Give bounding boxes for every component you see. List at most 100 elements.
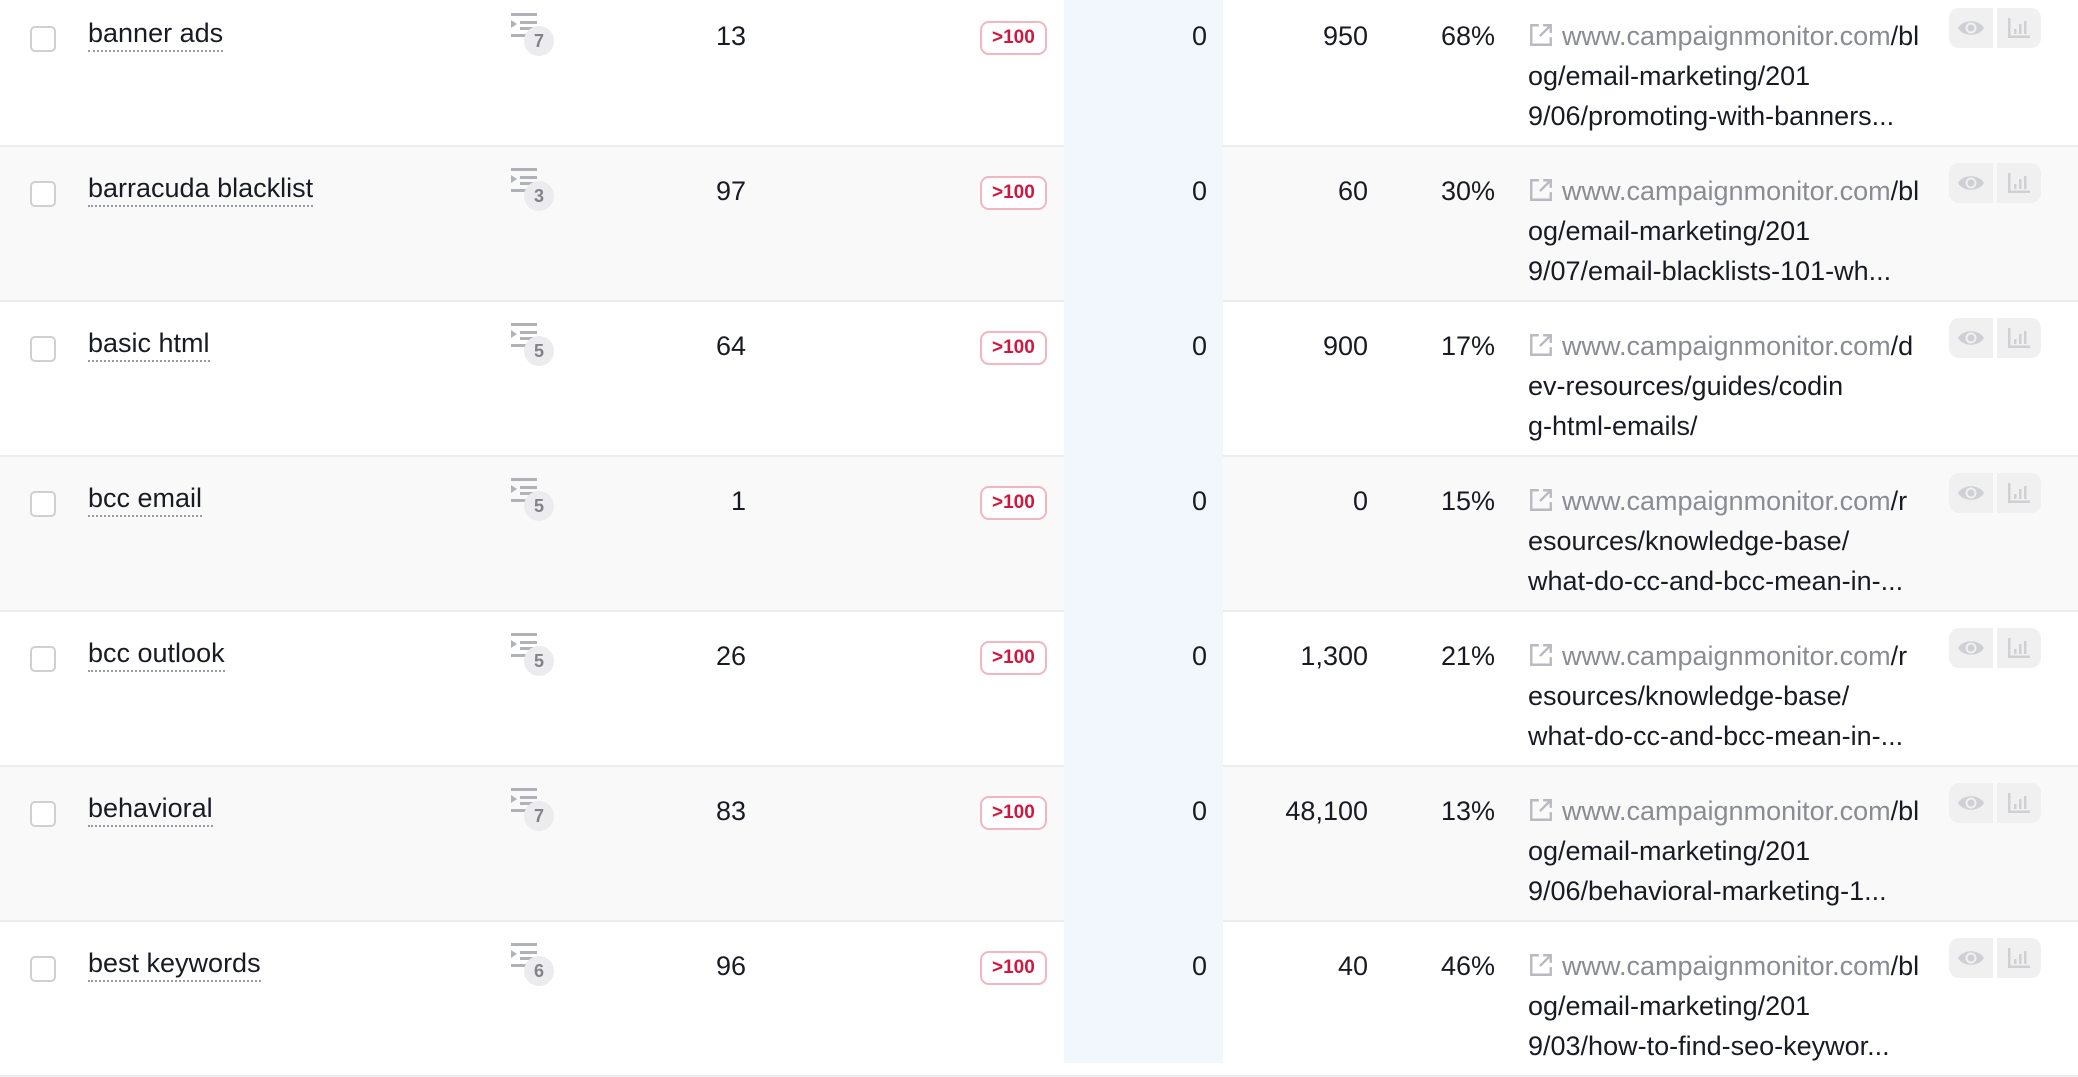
- external-link-icon[interactable]: [1528, 332, 1554, 358]
- bar-chart-icon: [2008, 483, 2030, 503]
- keyword-link[interactable]: basic html: [88, 326, 210, 362]
- row-checkbox[interactable]: [30, 336, 56, 362]
- view-serp-button[interactable]: [1949, 783, 1993, 823]
- view-serp-button[interactable]: [1949, 628, 1993, 668]
- volume-value: 26: [715, 641, 746, 671]
- view-chart-button[interactable]: [1997, 783, 2041, 823]
- volume-value: 96: [715, 951, 746, 981]
- url-link[interactable]: www.campaignmonitor.com/blog/email-marke…: [1528, 796, 1920, 911]
- row-actions: [1949, 473, 2041, 513]
- serp-features[interactable]: 5: [511, 322, 557, 368]
- serp-features[interactable]: 6: [511, 942, 557, 988]
- serp-features-count: 5: [524, 646, 554, 676]
- metric-value: 60: [1337, 176, 1368, 206]
- url-link[interactable]: www.campaignmonitor.com/resources/knowle…: [1528, 486, 1920, 601]
- highlighted-value: 0: [1191, 796, 1207, 826]
- serp-features-count: 3: [524, 181, 554, 211]
- metric-value: 1,300: [1300, 641, 1368, 671]
- external-link-icon[interactable]: [1528, 22, 1554, 48]
- row-actions: [1949, 8, 2041, 48]
- row-checkbox[interactable]: [30, 956, 56, 982]
- table-row: bcc email 5 1 >100 0 0 15% www.campaignm…: [0, 457, 2078, 612]
- view-chart-button[interactable]: [1997, 473, 2041, 513]
- table-row: barracuda blacklist 3 97 >100 0 60 30% w…: [0, 147, 2078, 302]
- external-link-icon[interactable]: [1528, 797, 1554, 823]
- view-chart-button[interactable]: [1997, 8, 2041, 48]
- row-actions: [1949, 783, 2041, 823]
- view-chart-button[interactable]: [1997, 318, 2041, 358]
- row-checkbox[interactable]: [30, 491, 56, 517]
- keywords-table: banner ads 7 13 >100 0 950 68% www.campa…: [0, 0, 2078, 1077]
- volume-value: 83: [715, 796, 746, 826]
- row-checkbox[interactable]: [30, 801, 56, 827]
- url-link[interactable]: www.campaignmonitor.com/blog/email-marke…: [1528, 951, 1920, 1066]
- highlighted-value: 0: [1191, 176, 1207, 206]
- view-chart-button[interactable]: [1997, 938, 2041, 978]
- serp-features[interactable]: 5: [511, 632, 557, 678]
- position-badge: >100: [980, 951, 1047, 985]
- keyword-link[interactable]: bcc email: [88, 481, 203, 517]
- eye-icon: [1958, 486, 1984, 500]
- bar-chart-icon: [2008, 173, 2030, 193]
- url-cell[interactable]: www.campaignmonitor.com/resources/knowle…: [1528, 636, 1920, 756]
- view-serp-button[interactable]: [1949, 8, 1993, 48]
- external-link-icon[interactable]: [1528, 952, 1554, 978]
- url-cell[interactable]: www.campaignmonitor.com/dev-resources/gu…: [1528, 326, 1920, 446]
- eye-icon: [1958, 641, 1984, 655]
- keyword-link[interactable]: banner ads: [88, 16, 224, 52]
- keyword-link[interactable]: best keywords: [88, 946, 261, 982]
- row-checkbox[interactable]: [30, 646, 56, 672]
- serp-features[interactable]: 3: [511, 167, 557, 213]
- metric-value: 0: [1352, 486, 1368, 516]
- bar-chart-icon: [2008, 638, 2030, 658]
- serp-features-count: 7: [524, 801, 554, 831]
- external-link-icon[interactable]: [1528, 487, 1554, 513]
- highlighted-value: 0: [1191, 21, 1207, 51]
- url-cell[interactable]: www.campaignmonitor.com/resources/knowle…: [1528, 481, 1920, 601]
- percent-value: 46%: [1440, 951, 1495, 981]
- view-chart-button[interactable]: [1997, 628, 2041, 668]
- volume-value: 1: [730, 486, 746, 516]
- url-cell[interactable]: www.campaignmonitor.com/blog/email-marke…: [1528, 16, 1920, 136]
- keyword-link[interactable]: behavioral: [88, 791, 213, 827]
- url-link[interactable]: www.campaignmonitor.com/blog/email-marke…: [1528, 21, 1920, 136]
- serp-features[interactable]: 7: [511, 787, 557, 833]
- table-row: behavioral 7 83 >100 0 48,100 13% www.ca…: [0, 767, 2078, 922]
- position-badge: >100: [980, 796, 1047, 830]
- url-link[interactable]: www.campaignmonitor.com/blog/email-marke…: [1528, 176, 1920, 291]
- view-chart-button[interactable]: [1997, 163, 2041, 203]
- serp-features-count: 7: [524, 26, 554, 56]
- keyword-link[interactable]: bcc outlook: [88, 636, 225, 672]
- keyword-link[interactable]: barracuda blacklist: [88, 171, 314, 207]
- table-row: bcc outlook 5 26 >100 0 1,300 21% www.ca…: [0, 612, 2078, 767]
- highlighted-value: 0: [1191, 641, 1207, 671]
- url-cell[interactable]: www.campaignmonitor.com/blog/email-marke…: [1528, 946, 1920, 1066]
- serp-features-count: 5: [524, 491, 554, 521]
- url-link[interactable]: www.campaignmonitor.com/dev-resources/gu…: [1528, 331, 1920, 446]
- view-serp-button[interactable]: [1949, 163, 1993, 203]
- volume-value: 97: [715, 176, 746, 206]
- percent-value: 68%: [1440, 21, 1495, 51]
- url-link[interactable]: www.campaignmonitor.com/resources/knowle…: [1528, 641, 1920, 756]
- row-actions: [1949, 938, 2041, 978]
- external-link-icon[interactable]: [1528, 642, 1554, 668]
- bar-chart-icon: [2008, 328, 2030, 348]
- serp-features-count: 6: [524, 956, 554, 986]
- view-serp-button[interactable]: [1949, 473, 1993, 513]
- url-cell[interactable]: www.campaignmonitor.com/blog/email-marke…: [1528, 791, 1920, 911]
- serp-features[interactable]: 7: [511, 12, 557, 58]
- metric-value: 48,100: [1285, 796, 1368, 826]
- volume-value: 64: [715, 331, 746, 361]
- row-checkbox[interactable]: [30, 26, 56, 52]
- url-cell[interactable]: www.campaignmonitor.com/blog/email-marke…: [1528, 171, 1920, 291]
- position-badge: >100: [980, 176, 1047, 210]
- row-actions: [1949, 628, 2041, 668]
- serp-features[interactable]: 5: [511, 477, 557, 523]
- eye-icon: [1958, 331, 1984, 345]
- eye-icon: [1958, 176, 1984, 190]
- view-serp-button[interactable]: [1949, 938, 1993, 978]
- table-row: best keywords 6 96 >100 0 40 46% www.cam…: [0, 922, 2078, 1077]
- view-serp-button[interactable]: [1949, 318, 1993, 358]
- external-link-icon[interactable]: [1528, 177, 1554, 203]
- row-checkbox[interactable]: [30, 181, 56, 207]
